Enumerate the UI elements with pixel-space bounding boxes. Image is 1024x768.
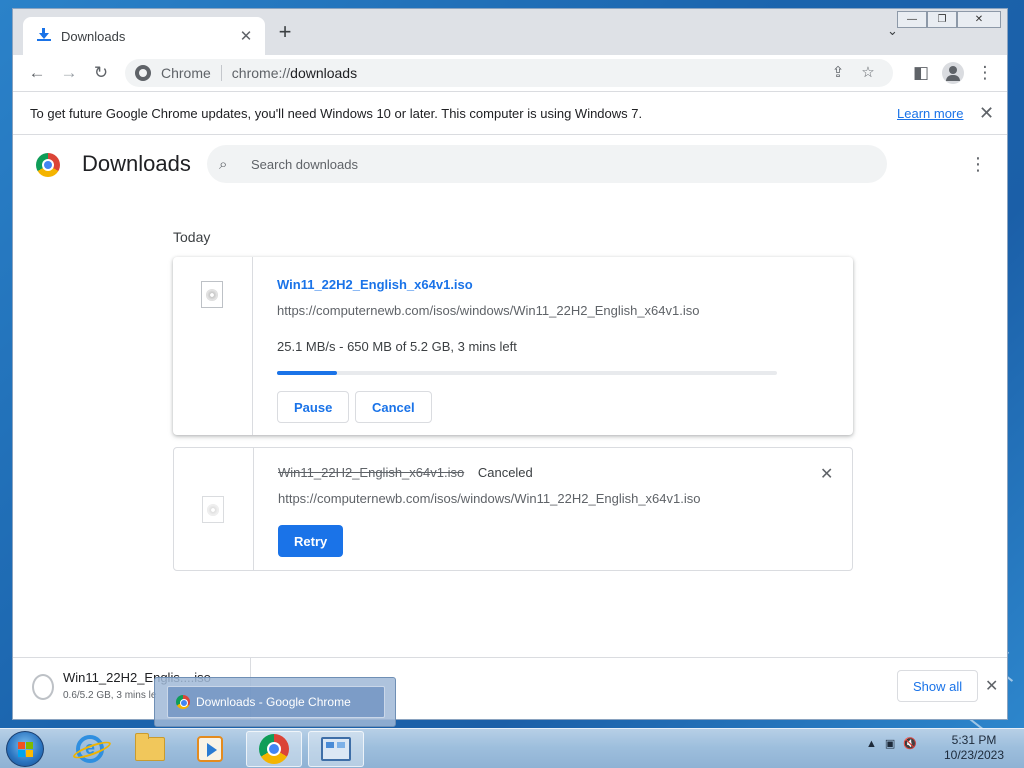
tab-strip: Downloads ✕ + ⌄ — ❐ ✕	[13, 9, 1007, 55]
browser-menu-icon[interactable]: ⋮	[969, 59, 1001, 87]
url-text: chrome://downloads	[231, 65, 358, 81]
download-item-active: Win11_22H2_English_x64v1.iso https://com…	[173, 257, 853, 435]
date-group-label: Today	[173, 229, 211, 245]
internet-explorer-icon: e	[76, 735, 104, 763]
cancel-button[interactable]: Cancel	[355, 391, 432, 423]
clock-date: 10/23/2023	[943, 748, 1005, 762]
network-icon[interactable]: ▣	[885, 737, 895, 750]
maximize-button[interactable]: ❐	[927, 11, 957, 28]
tab-title: Downloads	[61, 28, 126, 44]
thumbnail-title: Downloads - Google Chrome	[196, 695, 351, 709]
side-panel-icon[interactable]: ◧	[905, 59, 937, 87]
more-actions-icon[interactable]: ⋮	[969, 155, 987, 175]
canceled-label: Canceled	[477, 465, 533, 480]
bookmark-star-icon[interactable]: ☆	[853, 63, 883, 81]
control-panel-icon	[321, 737, 351, 761]
search-icon: ⌕	[219, 155, 228, 173]
download-status: 25.1 MB/s - 650 MB of 5.2 GB, 3 mins lef…	[277, 339, 517, 354]
learn-more-link[interactable]: Learn more	[897, 106, 963, 121]
browser-toolbar: ← → ↻ Chrome chrome://downloads ⇪ ☆ ◧ ⋮	[13, 55, 1007, 91]
infobar-message: To get future Google Chrome updates, you…	[30, 105, 643, 121]
control-panel-button[interactable]	[308, 731, 364, 767]
update-infobar: To get future Google Chrome updates, you…	[13, 91, 1007, 135]
minimize-button[interactable]: —	[897, 11, 927, 28]
forward-arrow-icon[interactable]: →	[53, 59, 85, 87]
file-name-canceled: Win11_22H2_English_x64v1.iso	[278, 465, 465, 480]
progress-fill	[277, 371, 337, 375]
iso-file-icon	[201, 281, 223, 308]
downloads-header: Downloads ⌕ ⋮	[13, 135, 1007, 191]
download-item-canceled: Win11_22H2_English_x64v1.iso Canceled ht…	[173, 447, 853, 571]
source-url[interactable]: https://computernewb.com/isos/windows/Wi…	[277, 303, 699, 318]
clock-time: 5:31 PM	[951, 733, 997, 747]
chrome-icon	[176, 695, 190, 709]
iso-file-icon	[202, 496, 224, 523]
media-player-button[interactable]	[182, 731, 238, 767]
show-hidden-icons-icon[interactable]: ▲	[866, 738, 877, 750]
profile-button[interactable]	[937, 59, 969, 87]
chrome-site-icon	[135, 65, 151, 81]
media-player-icon	[197, 736, 223, 762]
page-title: Downloads	[82, 151, 191, 176]
pause-button[interactable]: Pause	[277, 391, 350, 423]
search-downloads-box[interactable]: ⌕	[207, 145, 887, 183]
volume-muted-icon[interactable]: 🔇	[903, 737, 917, 750]
folder-icon	[135, 733, 165, 761]
progress-bar	[277, 371, 777, 375]
shelf-close-icon[interactable]: ✕	[985, 676, 998, 696]
window-controls: — ❐ ✕	[897, 11, 1001, 28]
avatar-icon	[942, 62, 964, 84]
retry-button[interactable]: Retry	[278, 525, 344, 557]
taskbar-thumbnail[interactable]: Downloads - Google Chrome	[154, 677, 396, 727]
file-name-link[interactable]: Win11_22H2_English_x64v1.iso	[277, 277, 473, 292]
file-explorer-button[interactable]	[122, 731, 178, 767]
chrome-window: Downloads ✕ + ⌄ — ❐ ✕ ← → ↻ Chrome chrom…	[12, 8, 1008, 720]
chrome-icon	[259, 734, 289, 764]
chrome-taskbar-button[interactable]	[246, 731, 302, 767]
share-icon[interactable]: ⇪	[823, 63, 853, 81]
address-bar[interactable]: Chrome chrome://downloads ⇪ ☆	[125, 59, 893, 87]
close-window-button[interactable]: ✕	[957, 11, 1001, 28]
download-progress-icon	[32, 674, 54, 700]
source-url[interactable]: https://computernewb.com/isos/windows/Wi…	[278, 491, 700, 506]
tab-downloads[interactable]: Downloads ✕	[23, 17, 265, 55]
download-icon	[37, 28, 51, 44]
remove-from-list-icon[interactable]: ✕	[820, 464, 833, 484]
chrome-logo-icon	[36, 153, 60, 177]
internet-explorer-button[interactable]: e	[62, 731, 118, 767]
new-tab-button[interactable]: +	[275, 21, 295, 43]
shelf-item-status: 0.6/5.2 GB, 3 mins le	[63, 690, 157, 701]
system-tray: ▲ ▣ 🔇	[866, 737, 925, 751]
windows-taskbar: e ▲ ▣ 🔇 5:31 PM 10/23/2023	[0, 728, 1024, 768]
search-input[interactable]	[251, 156, 851, 172]
system-clock[interactable]: 5:31 PM 10/23/2023	[934, 733, 1014, 763]
back-arrow-icon[interactable]: ←	[21, 59, 53, 87]
show-all-button[interactable]: Show all	[897, 670, 979, 702]
reload-icon[interactable]: ↻	[85, 59, 117, 87]
tab-close-icon[interactable]: ✕	[237, 27, 255, 45]
site-name: Chrome	[161, 65, 211, 81]
infobar-close-icon[interactable]: ✕	[979, 103, 994, 124]
windows-logo-icon	[18, 742, 34, 758]
downloads-page: Downloads ⌕ ⋮ Today Win11_22H2_English_x…	[13, 135, 1007, 657]
start-button[interactable]	[6, 731, 44, 767]
